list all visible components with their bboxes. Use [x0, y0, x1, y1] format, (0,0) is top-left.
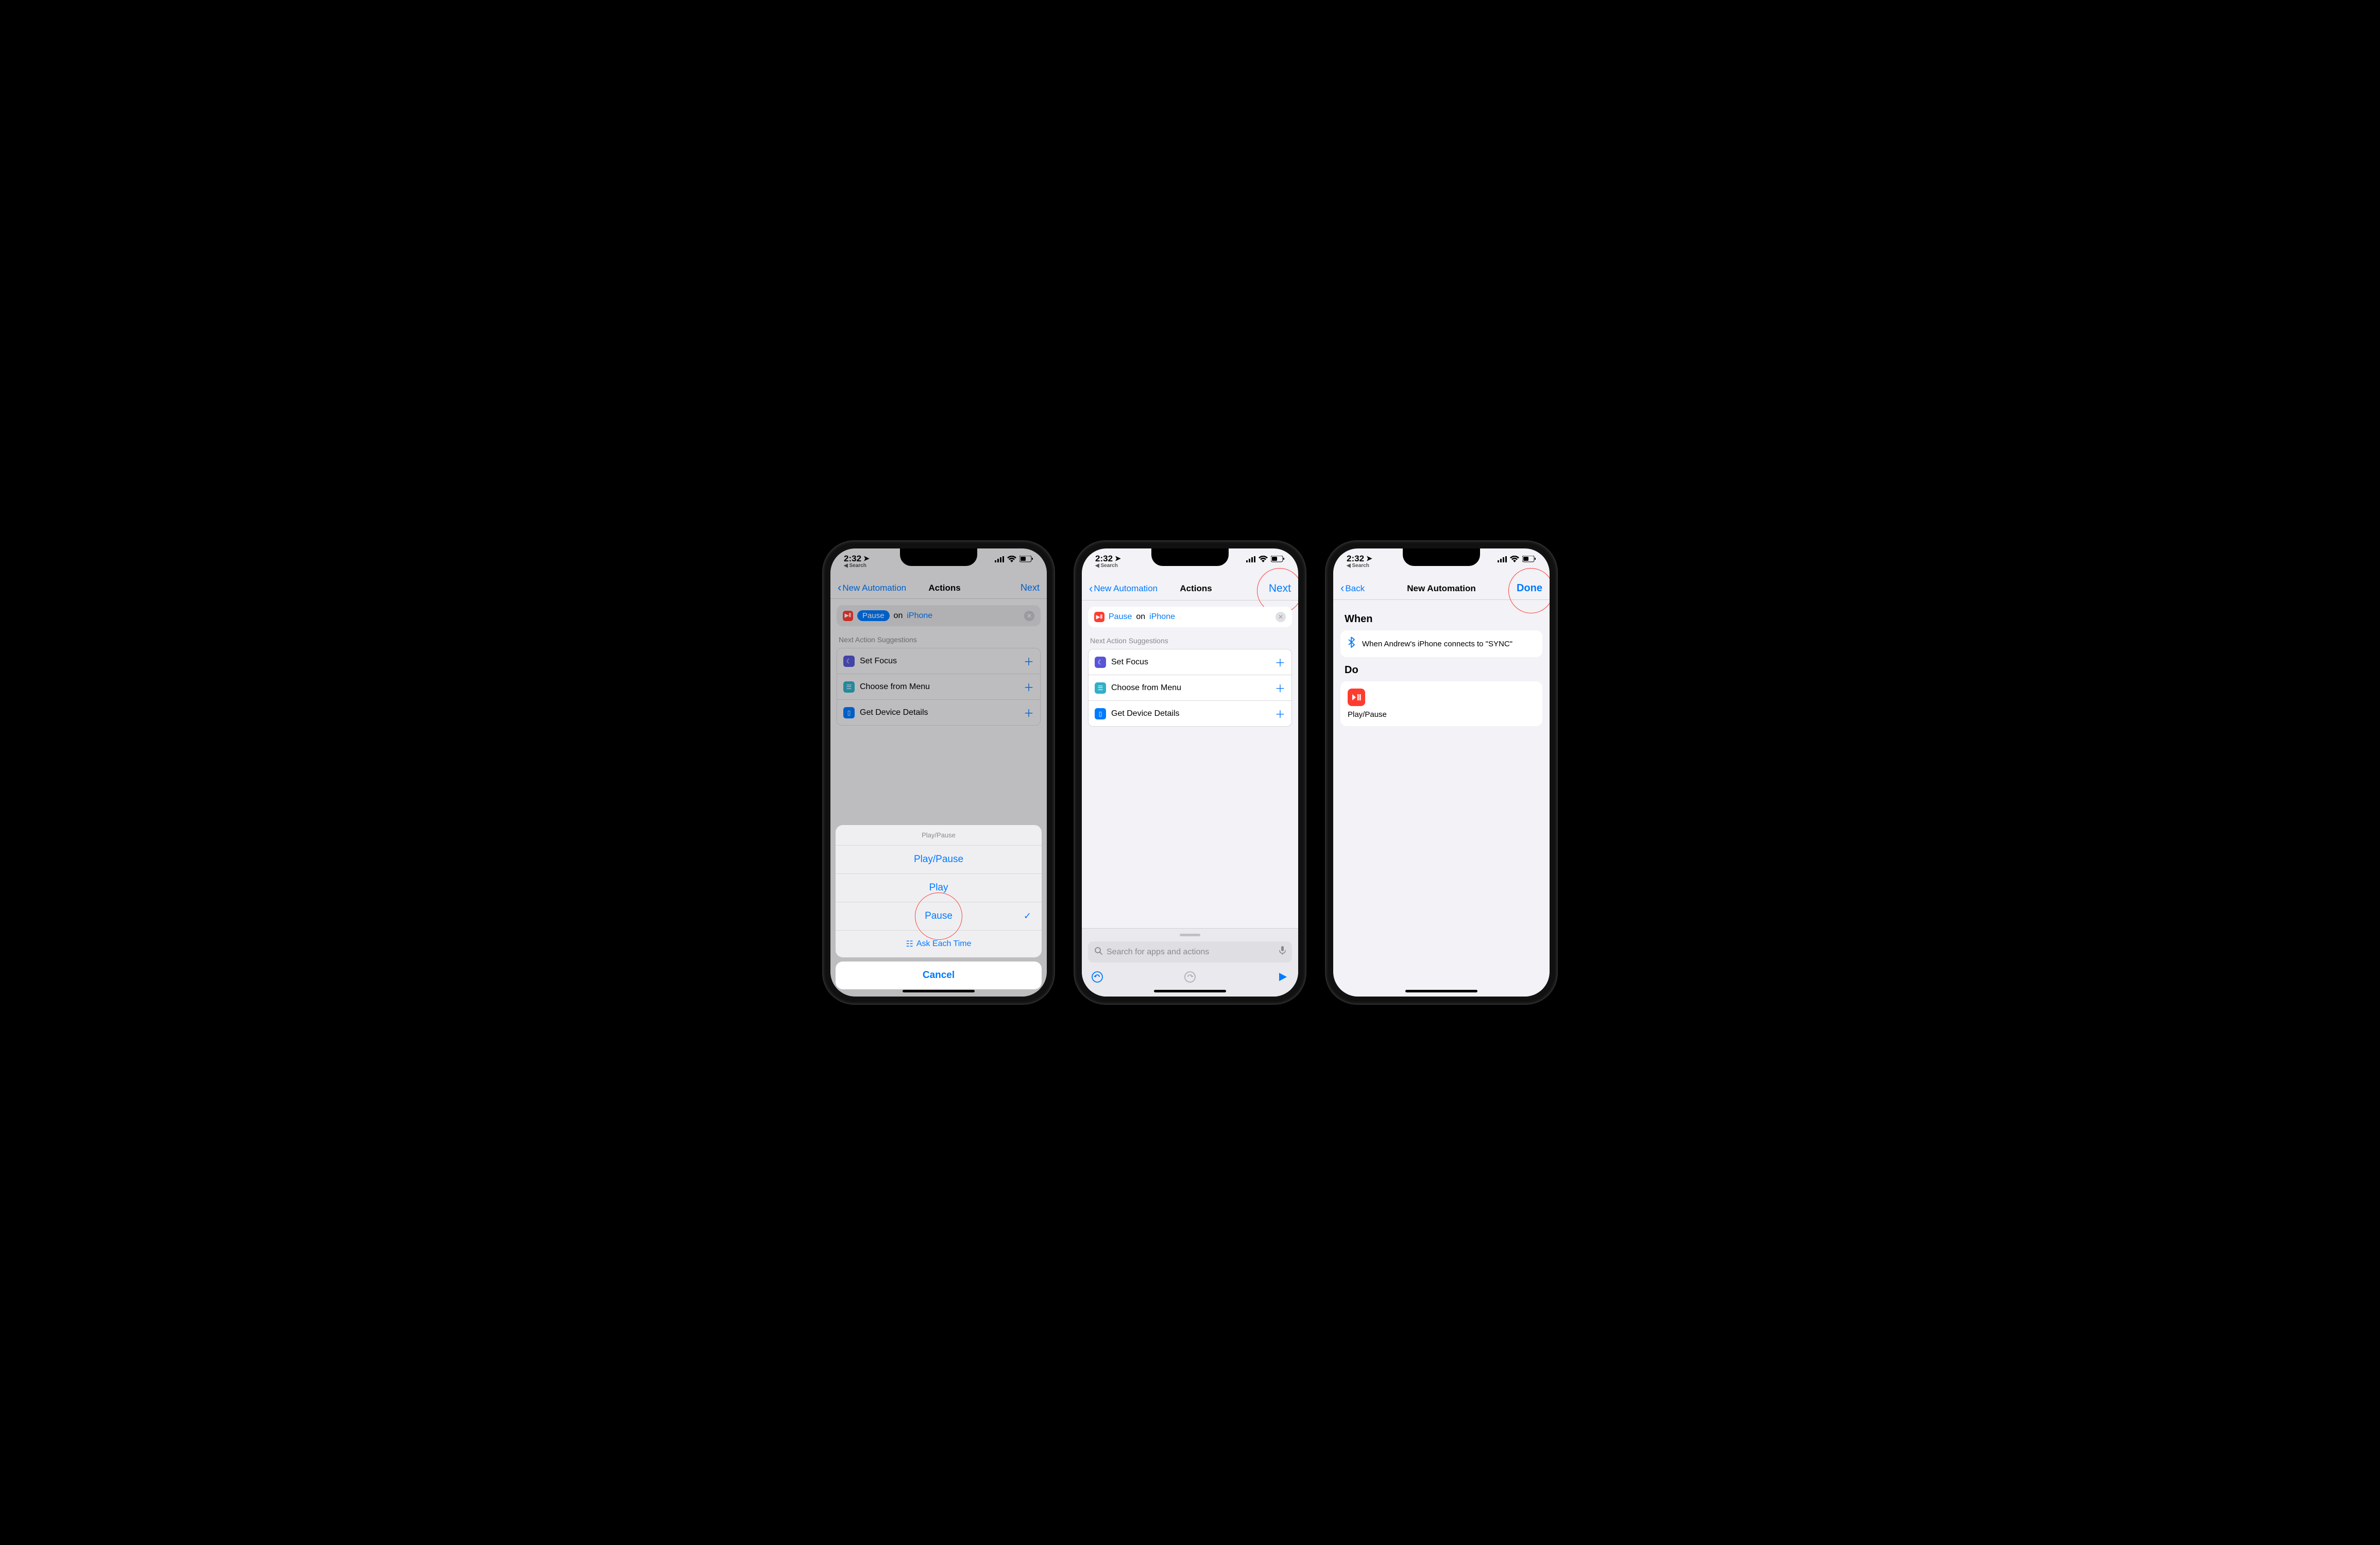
suggestion-row[interactable]: ☰ Choose from Menu ＋ — [1089, 675, 1291, 701]
do-section-title: Do — [1345, 664, 1538, 676]
next-button[interactable]: Next — [1234, 582, 1291, 595]
suggestion-row[interactable]: ▯ Get Device Details ＋ — [1089, 701, 1291, 726]
sheet-option-playpause[interactable]: Play/Pause — [836, 846, 1042, 874]
action-sheet: Play/Pause Play/Pause Play Pause ✓ ☷ Ask… — [836, 825, 1042, 957]
location-arrow-icon: ➤ — [1115, 554, 1121, 563]
bluetooth-icon — [1348, 637, 1355, 651]
ask-icon: ☷ — [906, 939, 913, 949]
wifi-icon — [1259, 556, 1268, 562]
home-indicator[interactable] — [903, 990, 975, 992]
breadcrumb[interactable]: ◀ Search — [1095, 563, 1121, 569]
location-arrow-icon: ➤ — [1366, 554, 1372, 563]
search-input[interactable]: Search for apps and actions — [1088, 941, 1292, 963]
mic-icon[interactable] — [1279, 946, 1286, 958]
home-indicator[interactable] — [1154, 990, 1226, 992]
add-suggestion-button[interactable]: ＋ — [1275, 706, 1285, 721]
chevron-left-icon: ‹ — [1340, 583, 1344, 592]
sheet-option-play[interactable]: Play — [836, 874, 1042, 902]
search-icon — [1094, 947, 1102, 957]
cellular-signal-icon — [1246, 556, 1255, 562]
when-condition-text: When Andrew's iPhone connects to "SYNC" — [1362, 640, 1512, 648]
battery-icon — [1522, 556, 1536, 562]
suggestion-label: Choose from Menu — [1111, 683, 1181, 693]
add-suggestion-button[interactable]: ＋ — [1275, 680, 1285, 695]
undo-button[interactable] — [1090, 970, 1104, 984]
redo-button — [1183, 970, 1197, 984]
action-device-parameter[interactable]: iPhone — [1149, 612, 1175, 622]
bottom-panel: Search for apps and actions — [1082, 928, 1298, 997]
cancel-button[interactable]: Cancel — [836, 962, 1042, 989]
nav-bar: ‹ New Automation Actions Next — [1082, 580, 1298, 600]
do-action-label: Play/Pause — [1348, 710, 1535, 719]
wifi-icon — [1510, 556, 1519, 562]
playpause-app-icon: ▶Ⅱ — [1094, 612, 1104, 622]
action-card[interactable]: ▶Ⅱ Pause on iPhone ✕ — [1088, 607, 1292, 627]
chevron-left-icon: ‹ — [1089, 584, 1093, 593]
cellular-signal-icon — [1498, 556, 1507, 562]
notch — [1151, 548, 1229, 566]
home-indicator[interactable] — [1405, 990, 1477, 992]
drag-handle[interactable] — [1180, 934, 1200, 936]
checkmark-icon: ✓ — [1024, 911, 1031, 922]
done-button[interactable]: Done — [1486, 582, 1542, 594]
clear-action-button[interactable]: ✕ — [1276, 612, 1286, 622]
search-placeholder: Search for apps and actions — [1107, 948, 1209, 957]
action-on-label: on — [1136, 612, 1145, 622]
action-parameter[interactable]: Pause — [1109, 612, 1132, 622]
notch — [1403, 548, 1480, 566]
status-time: 2:32 — [1095, 554, 1113, 564]
menu-icon: ☰ — [1095, 682, 1106, 694]
play-button[interactable] — [1276, 970, 1290, 984]
nav-bar: ‹ Back New Automation Done — [1333, 580, 1550, 600]
suggestion-label: Set Focus — [1111, 658, 1148, 667]
sheet-option-pause[interactable]: Pause ✓ — [836, 902, 1042, 931]
back-button[interactable]: ‹ New Automation — [1089, 583, 1158, 594]
page-title: New Automation — [1407, 583, 1475, 594]
suggestion-row[interactable]: ☾ Set Focus ＋ — [1089, 649, 1291, 675]
status-time: 2:32 — [1347, 554, 1364, 564]
breadcrumb[interactable]: ◀ Search — [1347, 563, 1372, 569]
action-sheet-overlay: Play/Pause Play/Pause Play Pause ✓ ☷ Ask… — [830, 548, 1047, 997]
when-section-title: When — [1345, 613, 1538, 625]
back-button[interactable]: ‹ Back — [1340, 583, 1397, 594]
device-icon: ▯ — [1095, 708, 1106, 719]
sheet-option-ask-each-time[interactable]: ☷ Ask Each Time — [836, 931, 1042, 957]
page-title: Actions — [1180, 583, 1212, 594]
notch — [900, 548, 977, 566]
battery-icon — [1271, 556, 1285, 562]
playpause-app-icon — [1348, 689, 1365, 706]
sheet-title: Play/Pause — [836, 825, 1042, 846]
do-action-card[interactable]: Play/Pause — [1340, 681, 1542, 726]
suggestions-header: Next Action Suggestions — [1090, 637, 1290, 645]
focus-icon: ☾ — [1095, 657, 1106, 668]
suggestion-label: Get Device Details — [1111, 709, 1180, 718]
add-suggestion-button[interactable]: ＋ — [1275, 655, 1285, 670]
when-condition-card[interactable]: When Andrew's iPhone connects to "SYNC" — [1340, 630, 1542, 657]
